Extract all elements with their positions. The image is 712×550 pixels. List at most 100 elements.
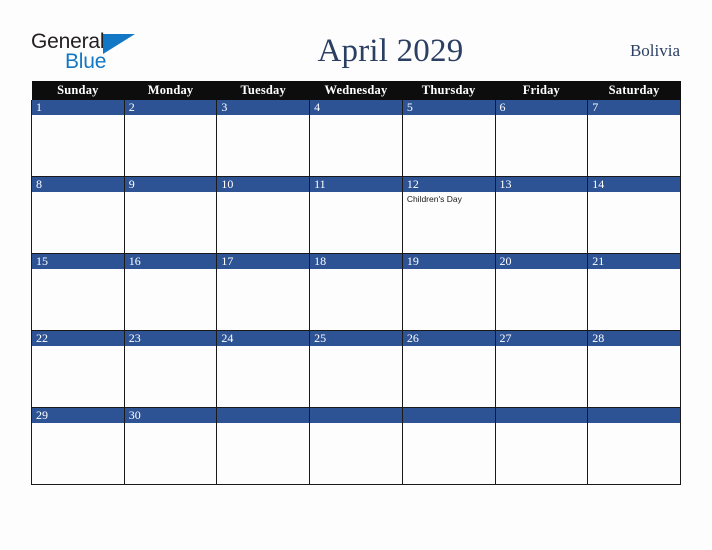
day-cell-content: 15 xyxy=(32,254,124,330)
day-events xyxy=(125,192,217,194)
day-cell-content xyxy=(588,408,680,484)
day-events xyxy=(125,269,217,271)
day-events xyxy=(32,115,124,117)
calendar-day-cell[interactable]: 29 xyxy=(31,407,125,485)
calendar-day-cell[interactable]: 16 xyxy=(123,253,218,331)
calendar-day-cell[interactable]: 11 xyxy=(309,176,403,254)
calendar-week-row: 15 16 17 18 19 20 21 xyxy=(31,253,681,331)
day-events xyxy=(403,269,495,271)
country-label: Bolivia xyxy=(629,41,680,60)
day-events xyxy=(588,423,680,425)
day-number: 4 xyxy=(310,100,402,115)
calendar-day-cell[interactable]: 28 xyxy=(587,330,681,408)
calendar-day-cell[interactable]: 23 xyxy=(123,330,218,408)
day-number xyxy=(402,408,495,423)
calendar-day-cell[interactable] xyxy=(401,407,496,485)
day-cell-content: 18 xyxy=(310,254,402,330)
calendar-day-cell[interactable]: 18 xyxy=(309,253,403,331)
day-number: 26 xyxy=(402,331,495,346)
day-number: 21 xyxy=(588,254,680,269)
calendar-week-row: 29 30 xyxy=(31,407,681,485)
holiday-event: Children's Day xyxy=(406,194,462,204)
day-cell-content: 28 xyxy=(588,331,680,407)
day-number: 19 xyxy=(402,254,495,269)
day-cell-content: 12 Children's Day xyxy=(402,177,495,253)
day-cell-content: 14 xyxy=(588,177,680,253)
calendar-day-cell[interactable]: 6 xyxy=(494,100,589,177)
day-events xyxy=(310,192,402,194)
calendar-day-cell[interactable]: 27 xyxy=(494,330,589,408)
day-cell-content: 3 xyxy=(217,100,310,176)
weekday-header-tuesday: Tuesday xyxy=(216,81,310,100)
calendar-day-cell[interactable]: 20 xyxy=(494,253,589,331)
calendar-day-cell[interactable]: 13 xyxy=(494,176,589,254)
day-events xyxy=(217,115,309,117)
calendar-day-cell[interactable] xyxy=(309,407,403,485)
calendar-day-cell[interactable]: 5 xyxy=(401,100,496,177)
calendar-day-cell[interactable]: 1 xyxy=(31,100,125,177)
calendar-page: General Blue April 2029 Bolivia Sunday M… xyxy=(0,0,712,550)
calendar-day-cell[interactable]: 3 xyxy=(216,100,311,177)
day-cell-content: 29 xyxy=(32,408,124,484)
calendar-grid: Sunday Monday Tuesday Wednesday Thursday… xyxy=(31,81,681,485)
day-events xyxy=(32,423,124,425)
general-blue-logo[interactable]: General Blue xyxy=(31,28,151,74)
day-cell-content: 26 xyxy=(402,331,495,407)
day-events xyxy=(403,346,495,348)
day-cell-content: 6 xyxy=(495,100,588,176)
page-title: April 2029 xyxy=(317,32,464,69)
calendar-day-cell[interactable] xyxy=(587,407,681,485)
day-events xyxy=(310,115,402,117)
day-cell-content: 22 xyxy=(32,331,124,407)
calendar-day-cell[interactable] xyxy=(216,407,311,485)
day-cell-content: 20 xyxy=(495,254,588,330)
calendar-day-cell[interactable]: 7 xyxy=(587,100,681,177)
day-events xyxy=(310,269,402,271)
calendar-day-cell[interactable]: 22 xyxy=(31,330,125,408)
day-number: 9 xyxy=(124,177,217,192)
day-events xyxy=(496,346,588,348)
day-cell-content: 13 xyxy=(495,177,588,253)
calendar-day-cell[interactable]: 19 xyxy=(401,253,496,331)
calendar-day-cell[interactable]: 30 xyxy=(123,407,218,485)
day-number: 12 xyxy=(402,177,495,192)
day-cell-content xyxy=(217,408,310,484)
day-events xyxy=(217,192,309,194)
day-number: 22 xyxy=(32,331,124,346)
calendar-day-cell[interactable]: 8 xyxy=(31,176,125,254)
day-number: 16 xyxy=(124,254,217,269)
day-cell-content: 24 xyxy=(217,331,310,407)
weekday-header-wednesday: Wednesday xyxy=(309,81,403,100)
calendar-day-cell[interactable]: 15 xyxy=(31,253,125,331)
calendar-day-cell[interactable]: 4 xyxy=(309,100,403,177)
day-events xyxy=(32,269,124,271)
day-number: 14 xyxy=(588,177,680,192)
day-number: 2 xyxy=(124,100,217,115)
calendar-day-cell[interactable]: 24 xyxy=(216,330,311,408)
day-number: 13 xyxy=(495,177,588,192)
calendar-day-cell[interactable]: 14 xyxy=(587,176,681,254)
calendar-day-cell[interactable]: 12 Children's Day xyxy=(401,176,496,254)
calendar-day-cell[interactable]: 17 xyxy=(216,253,311,331)
day-events xyxy=(125,115,217,117)
calendar-day-cell[interactable] xyxy=(494,407,589,485)
day-cell-content: 16 xyxy=(124,254,217,330)
calendar-day-cell[interactable]: 10 xyxy=(216,176,311,254)
day-events xyxy=(588,269,680,271)
calendar-day-cell[interactable]: 26 xyxy=(401,330,496,408)
day-number: 1 xyxy=(32,100,124,115)
calendar-day-cell[interactable]: 9 xyxy=(123,176,218,254)
day-number: 23 xyxy=(124,331,217,346)
calendar-day-cell[interactable]: 21 xyxy=(587,253,681,331)
day-number: 30 xyxy=(124,408,217,423)
calendar-week-row: 1234567 xyxy=(31,100,681,177)
day-number: 20 xyxy=(495,254,588,269)
day-number: 27 xyxy=(495,331,588,346)
calendar-day-cell[interactable]: 25 xyxy=(309,330,403,408)
weekday-header-saturday: Saturday xyxy=(587,81,681,100)
day-cell-content: 19 xyxy=(402,254,495,330)
calendar-day-cell[interactable]: 2 xyxy=(123,100,218,177)
day-cell-content: 10 xyxy=(217,177,310,253)
day-events xyxy=(403,115,495,117)
day-cell-content: 9 xyxy=(124,177,217,253)
